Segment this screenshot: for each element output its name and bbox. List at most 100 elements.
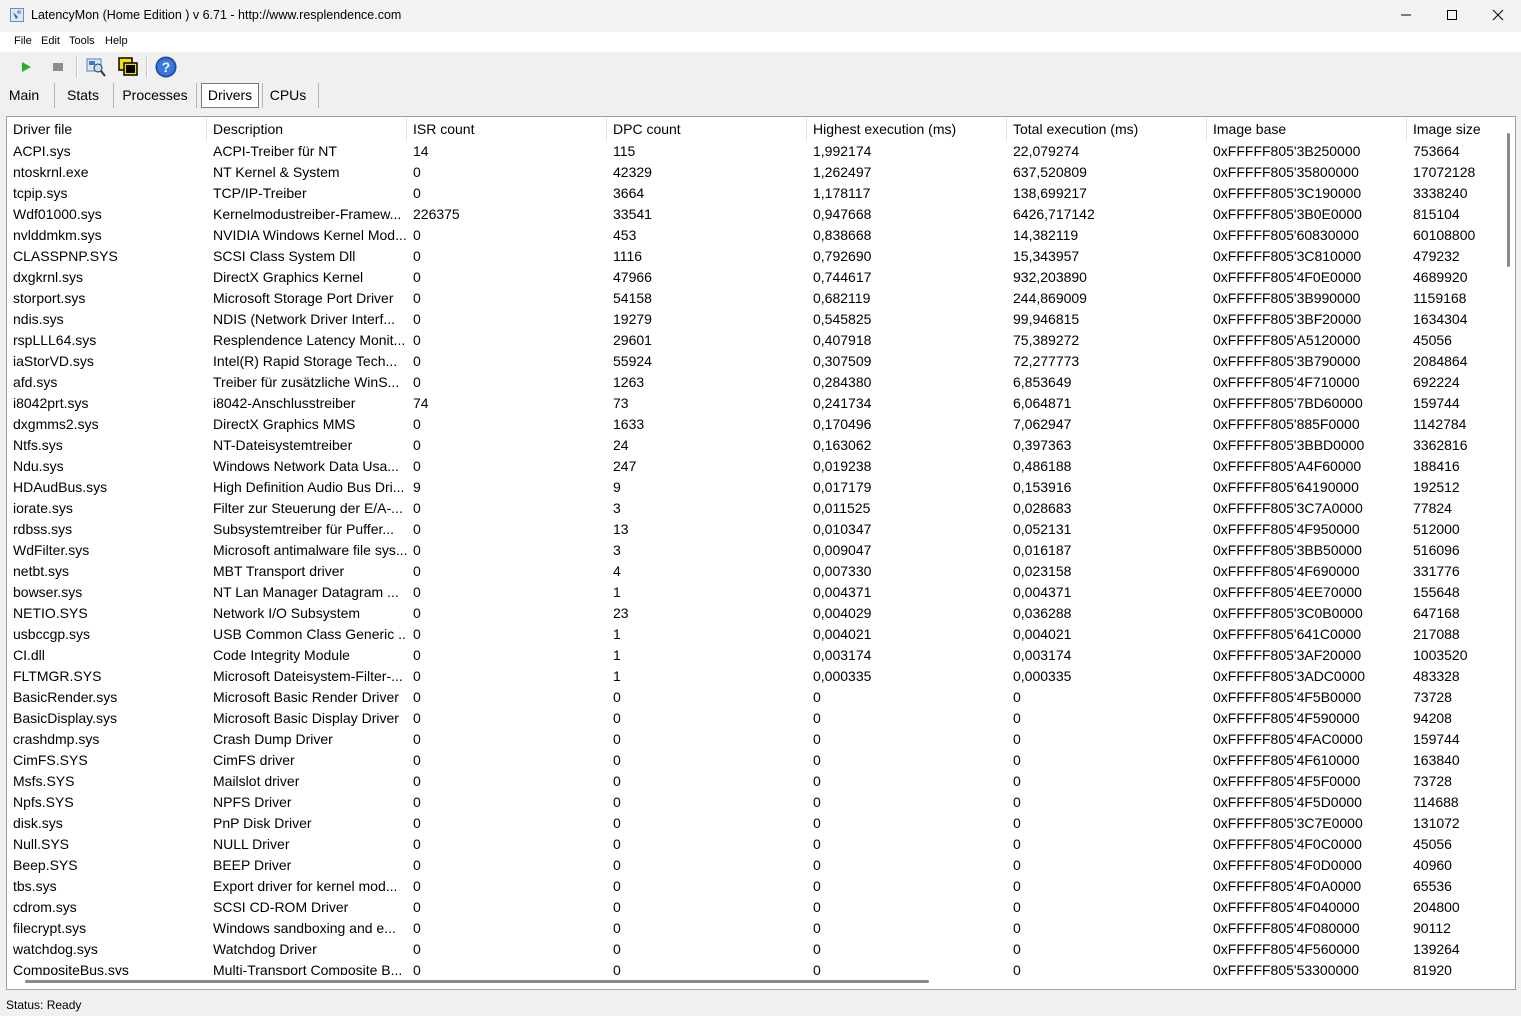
tab-cpus[interactable]: CPUs (266, 83, 310, 108)
table-row[interactable]: CLASSPNP.SYS SCSI Class System Dll 0 1116 0,… (7, 246, 1505, 267)
inspect-button[interactable] (84, 55, 108, 79)
table-row[interactable]: FLTMGR.SYS Microsoft Dateisystem-Filter-.… (7, 666, 1505, 687)
table-row[interactable]: Wdf01000.sys Kernelmodustreiber-Framew...… (7, 204, 1505, 225)
table-row[interactable]: watchdog.sys Watchdog Driver 0 0 0 0 0xFFFFF80… (7, 939, 1505, 960)
table-row[interactable]: Null.SYS NULL Driver 0 0 0 0 0xFFFFF805'4F0C00… (7, 834, 1505, 855)
maximize-button[interactable] (1429, 0, 1475, 32)
table-row[interactable]: rdbss.sys Subsystemtreiber für Puffer... 0… (7, 519, 1505, 540)
table-row[interactable]: afd.sys Treiber für zusätzliche WinS... 0 1… (7, 372, 1505, 393)
table-row[interactable]: iaStorVD.sys Intel(R) Rapid Storage Tech.… (7, 351, 1505, 372)
column-header-image-size[interactable]: Image size (1407, 117, 1505, 141)
cell-total-execution: 244,869009 (1013, 290, 1087, 306)
column-header-total-execution[interactable]: Total execution (ms) (1007, 117, 1207, 141)
cell-isr-count: 14 (413, 143, 429, 159)
table-row[interactable]: disk.sys PnP Disk Driver 0 0 0 0 0xFFFFF805'3C… (7, 813, 1505, 834)
windows-button[interactable] (116, 55, 140, 79)
stop-button[interactable] (46, 55, 70, 79)
table-row[interactable]: Ntfs.sys NT-Dateisystemtreiber 0 24 0,163062… (7, 435, 1505, 456)
cell-highest-execution: 0 (813, 731, 821, 747)
table-row[interactable]: dxgmms2.sys DirectX Graphics MMS 0 1633 0,17… (7, 414, 1505, 435)
table-row[interactable]: iorate.sys Filter zur Steuerung der E/A-.… (7, 498, 1505, 519)
cell-isr-count: 0 (413, 353, 421, 369)
menu-file[interactable]: File (14, 35, 32, 47)
cell-total-execution: 0 (1013, 878, 1021, 894)
close-button[interactable] (1475, 0, 1521, 32)
table-row[interactable]: bowser.sys NT Lan Manager Datagram ... 0 1 0… (7, 582, 1505, 603)
cell-total-execution: 0 (1013, 689, 1021, 705)
column-header-dpc-count[interactable]: DPC count (607, 117, 807, 141)
cell-description: Treiber für zusätzliche WinS... (213, 374, 400, 390)
table-row[interactable]: crashdmp.sys Crash Dump Driver 0 0 0 0 0xFFFFF… (7, 729, 1505, 750)
cell-isr-count: 0 (413, 899, 421, 915)
table-row[interactable]: NETIO.SYS Network I/O Subsystem 0 23 0,00402… (7, 603, 1505, 624)
tab-main[interactable]: Main (2, 83, 46, 108)
table-row[interactable]: rspLLL64.sys Resplendence Latency Monit..… (7, 330, 1505, 351)
help-button[interactable]: ? (154, 55, 178, 79)
cell-image-base: 0xFFFFF805'3B790000 (1213, 353, 1361, 369)
table-row[interactable]: Npfs.SYS NPFS Driver 0 0 0 0 0xFFFFF805'4F5D00… (7, 792, 1505, 813)
menu-help[interactable]: Help (105, 35, 128, 47)
table-row[interactable]: netbt.sys MBT Transport driver 0 4 0,007330 0… (7, 561, 1505, 582)
menu-tools[interactable]: Tools (69, 35, 95, 47)
cell-highest-execution: 0,241734 (813, 395, 872, 411)
table-row[interactable]: cdrom.sys SCSI CD-ROM Driver 0 0 0 0 0xFFFFF80… (7, 897, 1505, 918)
table-row[interactable]: usbccgp.sys USB Common Class Generic ... 0… (7, 624, 1505, 645)
tab-processes[interactable]: Processes (120, 83, 190, 108)
table-row[interactable]: Beep.SYS BEEP Driver 0 0 0 0 0xFFFFF805'4F0D00… (7, 855, 1505, 876)
cell-isr-count: 226375 (413, 206, 460, 222)
cell-total-execution: 6,853649 (1013, 374, 1072, 390)
column-header-isr-count[interactable]: ISR count (407, 117, 607, 141)
table-row[interactable]: tbs.sys Export driver for kernel mod... 0 0… (7, 876, 1505, 897)
table-row[interactable]: BasicDisplay.sys Microsoft Basic Display … (7, 708, 1505, 729)
table-row[interactable]: tcpip.sys TCP/IP-Treiber 0 3664 1,178117 138,… (7, 183, 1505, 204)
tab-drivers[interactable]: Drivers (201, 83, 259, 108)
column-header-description[interactable]: Description (207, 117, 407, 141)
table-row[interactable]: i8042prt.sys i8042-Anschlusstreiber 74 73 0,… (7, 393, 1505, 414)
table-row[interactable]: HDAudBus.sys High Definition Audio Bus Dr… (7, 477, 1505, 498)
tab-stats[interactable]: Stats (60, 83, 106, 108)
table-row[interactable]: nvlddmkm.sys NVIDIA Windows Kernel Mod...… (7, 225, 1505, 246)
cell-driver-file: BasicDisplay.sys (13, 710, 117, 726)
maximize-icon (1447, 10, 1457, 20)
table-row[interactable]: Ndu.sys Windows Network Data Usa... 0 247 0,… (7, 456, 1505, 477)
table-row[interactable]: storport.sys Microsoft Storage Port Drive… (7, 288, 1505, 309)
cell-total-execution: 0 (1013, 752, 1021, 768)
menu-edit[interactable]: Edit (41, 35, 60, 47)
cell-dpc-count: 9 (613, 479, 621, 495)
column-header-image-base[interactable]: Image base (1207, 117, 1407, 141)
table-row[interactable]: dxgkrnl.sys DirectX Graphics Kernel 0 47966… (7, 267, 1505, 288)
cell-image-size: 647168 (1413, 605, 1460, 621)
column-header-driver-file[interactable]: Driver file (7, 117, 207, 141)
cell-image-base: 0xFFFFF805'3C7A0000 (1213, 500, 1363, 516)
table-row[interactable]: ndis.sys NDIS (Network Driver Interf... 0 1… (7, 309, 1505, 330)
drivers-table[interactable]: Driver file Description ISR count DPC co… (6, 116, 1516, 990)
cell-total-execution: 0,036288 (1013, 605, 1072, 621)
horizontal-scrollbar-thumb[interactable] (25, 980, 929, 983)
cell-total-execution: 0 (1013, 836, 1021, 852)
cell-description: Windows sandboxing and e... (213, 920, 396, 936)
cell-description: NDIS (Network Driver Interf... (213, 311, 396, 327)
table-row[interactable]: ACPI.sys ACPI-Treiber für NT 14 115 1,992174… (7, 141, 1505, 162)
table-row[interactable]: Msfs.SYS Mailslot driver 0 0 0 0 0xFFFFF805'4F… (7, 771, 1505, 792)
cell-image-size: 192512 (1413, 479, 1460, 495)
table-row[interactable]: CimFS.SYS CimFS driver 0 0 0 0 0xFFFFF805'4F61… (7, 750, 1505, 771)
table-row[interactable]: filecrypt.sys Windows sandboxing and e...… (7, 918, 1505, 939)
cell-image-base: 0xFFFFF805'4FAC0000 (1213, 731, 1363, 747)
cell-image-base: 0xFFFFF805'4F950000 (1213, 521, 1360, 537)
start-button[interactable] (14, 55, 38, 79)
table-row[interactable]: ntoskrnl.exe NT Kernel & System 0 42329 1,26… (7, 162, 1505, 183)
cell-description: NULL Driver (213, 836, 290, 852)
horizontal-scrollbar[interactable] (7, 975, 1505, 989)
cell-image-size: 90112 (1413, 920, 1451, 936)
table-row[interactable]: WdFilter.sys Microsoft antimalware file s… (7, 540, 1505, 561)
column-header-highest-execution[interactable]: Highest execution (ms) (807, 117, 1007, 141)
cell-image-size: 512000 (1413, 521, 1460, 537)
table-row[interactable]: CI.dll Code Integrity Module 0 1 0,003174 0,0… (7, 645, 1505, 666)
table-row[interactable]: BasicRender.sys Microsoft Basic Render Dr… (7, 687, 1505, 708)
vertical-scrollbar-thumb[interactable] (1507, 133, 1510, 267)
vertical-scrollbar[interactable] (1503, 117, 1515, 975)
cell-total-execution: 0 (1013, 794, 1021, 810)
cell-image-size: 131072 (1413, 815, 1460, 831)
cell-description: ACPI-Treiber für NT (213, 143, 337, 159)
minimize-button[interactable] (1383, 0, 1429, 32)
